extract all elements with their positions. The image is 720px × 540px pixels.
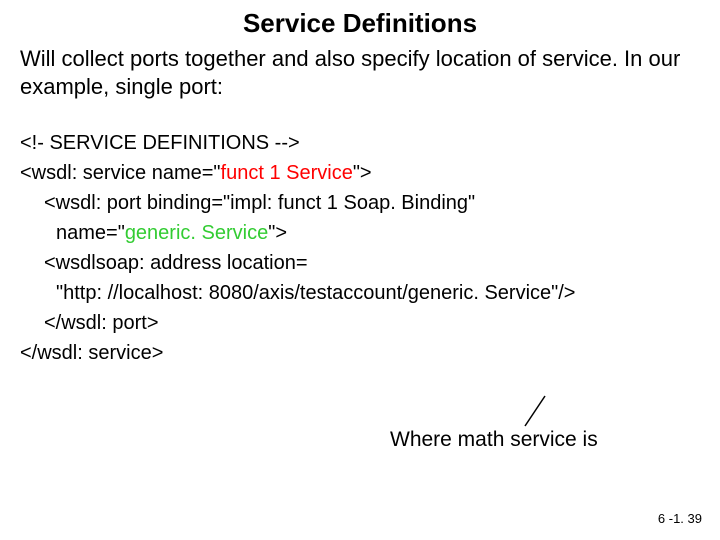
code-line: <wsdlsoap: address location= — [20, 248, 700, 278]
code-block: <!- SERVICE DEFINITIONS --> <wsdl: servi… — [20, 128, 700, 368]
page-number: 6 -1. 39 — [658, 511, 702, 526]
code-line: name="generic. Service"> — [20, 218, 700, 248]
code-line: <!- SERVICE DEFINITIONS --> — [20, 128, 700, 158]
annotation-text: Where math service is — [390, 428, 598, 452]
port-name-highlight: generic. Service — [125, 222, 268, 244]
code-line: <wsdl: service name="funct 1 Service"> — [20, 158, 700, 188]
code-line: "http: //localhost: 8080/axis/testaccoun… — [20, 278, 700, 308]
arrow-icon — [515, 392, 555, 432]
code-line: <wsdl: port binding="impl: funct 1 Soap.… — [20, 188, 700, 218]
code-line: </wsdl: port> — [20, 308, 700, 338]
service-name-highlight: funct 1 Service — [221, 162, 353, 184]
intro-paragraph: Will collect ports together and also spe… — [20, 45, 700, 100]
code-line: </wsdl: service> — [20, 338, 700, 368]
slide-title: Service Definitions — [20, 8, 700, 39]
